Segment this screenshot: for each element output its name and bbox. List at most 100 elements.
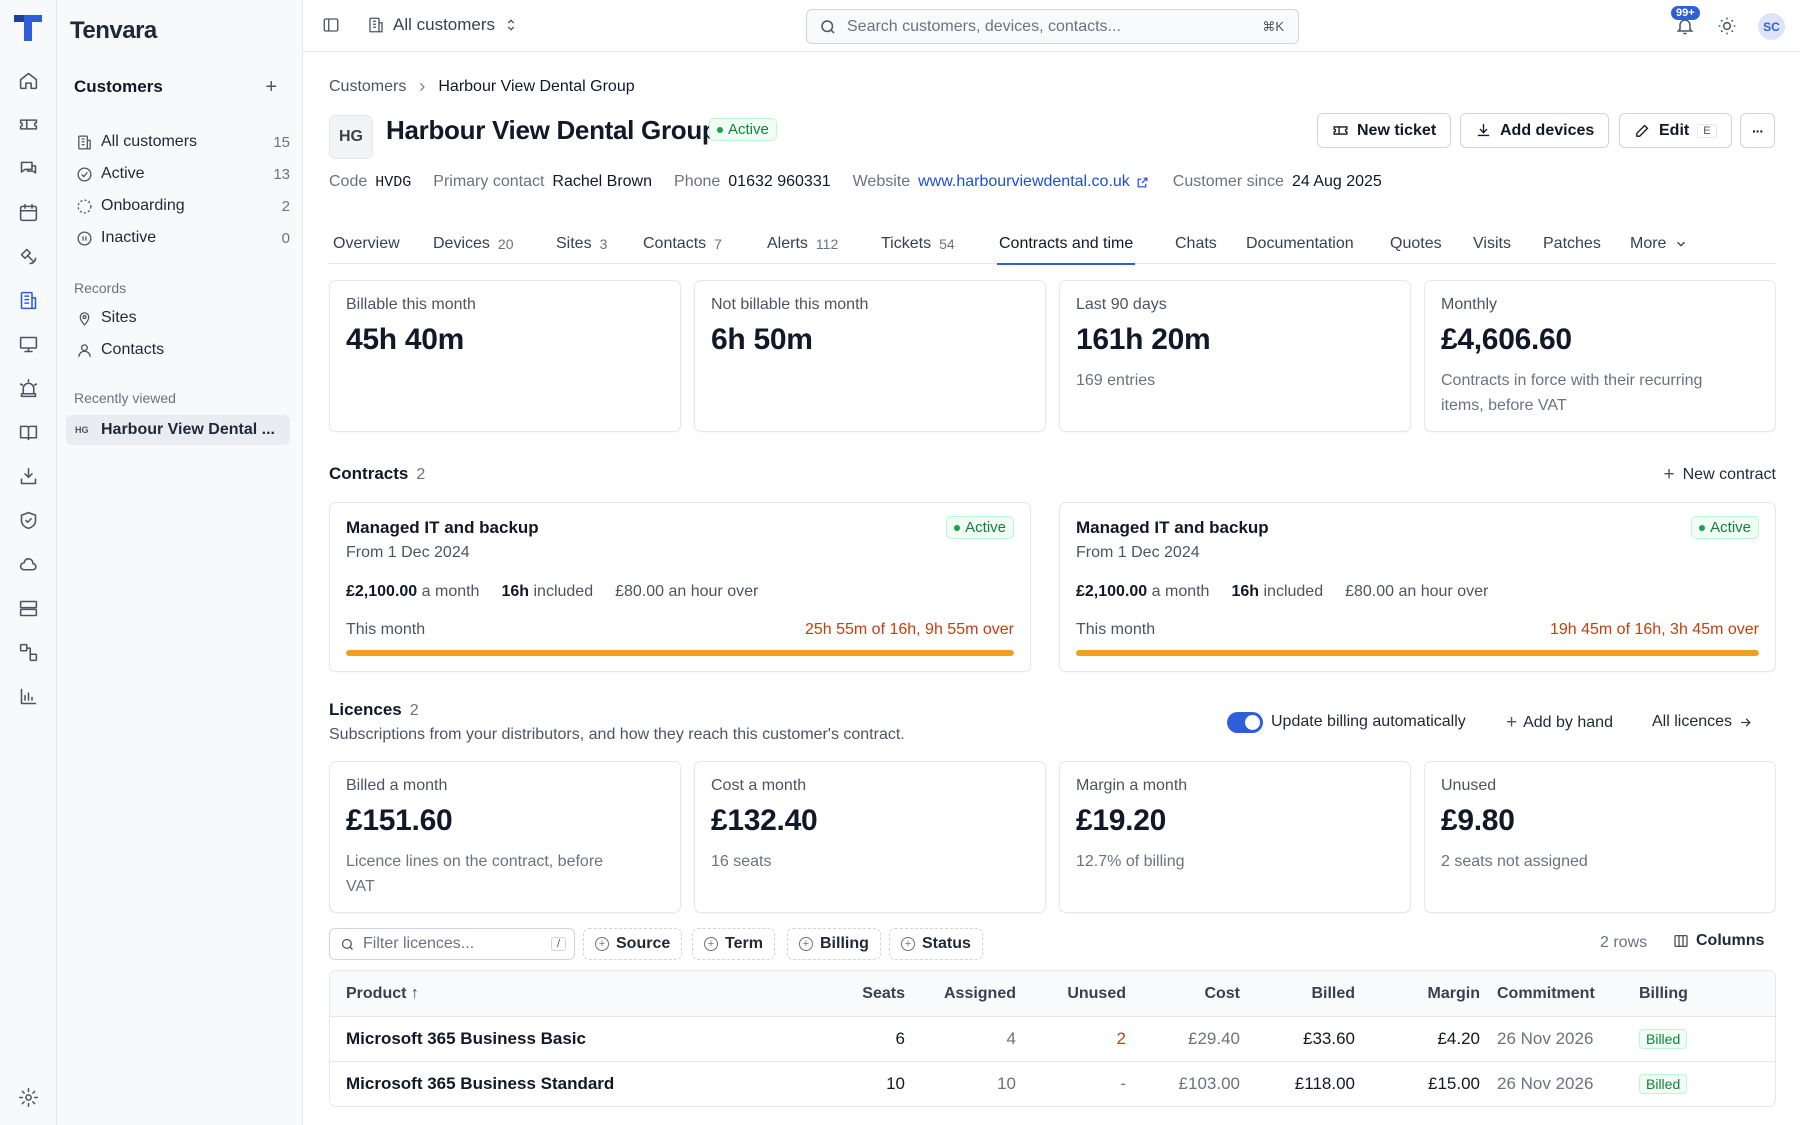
stat-sub: Contracts in force with their recurring …	[1441, 372, 1703, 414]
home-icon[interactable]	[16, 68, 40, 92]
recent-item-harbour-view[interactable]: HG Harbour View Dental ...	[66, 415, 290, 445]
cell-margin: £4.20	[1437, 1029, 1480, 1048]
sidebar-item-onboarding[interactable]: Onboarding 2	[66, 191, 290, 221]
customer-scope-selector[interactable]: All customers	[367, 15, 519, 35]
cloud-icon[interactable]	[16, 552, 40, 576]
column-header-product[interactable]: Product ↑	[346, 971, 419, 1016]
tab-contracts-and-time[interactable]: Contracts and time	[996, 226, 1136, 265]
all-licences-link[interactable]: All licences	[1652, 713, 1753, 731]
phone-label: Phone	[674, 173, 721, 190]
sidebar-item-label: Active	[101, 165, 145, 182]
phone-value[interactable]: 01632 960331	[728, 173, 830, 191]
filter-chip-status[interactable]: + Status	[889, 928, 983, 960]
cell-billed: £33.60	[1303, 1029, 1355, 1048]
filter-chip-billing[interactable]: + Billing	[787, 928, 881, 960]
table-row[interactable]: Microsoft 365 Business Basic 6 4 2 £29.4…	[330, 1016, 1775, 1061]
licence-filter[interactable]: /	[329, 928, 575, 960]
cell-commitment: 26 Nov 2026	[1497, 1029, 1594, 1048]
contract-hours: 16h	[501, 583, 530, 600]
sidebar-item-all-customers[interactable]: All customers 15	[66, 127, 290, 157]
filter-licences-input[interactable]	[363, 935, 543, 953]
tab-more[interactable]: More	[1630, 226, 1688, 262]
tab-tickets[interactable]: Tickets 54	[881, 226, 955, 262]
chevron-right-icon	[420, 83, 426, 91]
sidebar-item-sites[interactable]: Sites	[66, 303, 290, 333]
tab-sites[interactable]: Sites 3	[556, 226, 607, 262]
user-avatar[interactable]: SC	[1758, 13, 1785, 40]
add-by-hand-button[interactable]: + Add by hand	[1506, 713, 1613, 732]
sidebar-item-contacts[interactable]: Contacts	[66, 335, 290, 365]
column-header-margin[interactable]: Margin	[1360, 971, 1480, 1016]
tab-devices[interactable]: Devices 20	[433, 226, 513, 262]
auto-billing-toggle[interactable]	[1227, 712, 1263, 733]
stat-value: £9.80	[1441, 804, 1515, 837]
billing-badge: Billed	[1639, 1029, 1688, 1049]
tab-label: Patches	[1543, 235, 1601, 252]
column-header-assigned[interactable]: Assigned	[910, 971, 1016, 1016]
new-contract-button[interactable]: + New contract	[1664, 465, 1776, 484]
sidebar-toggle-icon[interactable]	[322, 16, 340, 34]
satellite-icon[interactable]	[16, 244, 40, 268]
column-header-billing[interactable]: Billing	[1639, 971, 1688, 1016]
recently-viewed-label: Recently viewed	[74, 390, 176, 406]
tab-contacts[interactable]: Contacts 7	[643, 226, 722, 262]
tab-documentation[interactable]: Documentation	[1246, 226, 1354, 262]
cell-billing: Billed	[1639, 1062, 1688, 1106]
table-row[interactable]: Microsoft 365 Business Standard 10 10 - …	[330, 1061, 1775, 1106]
add-devices-button[interactable]: Add devices	[1460, 113, 1610, 148]
tab-chats[interactable]: Chats	[1175, 226, 1217, 262]
chat-icon[interactable]	[16, 156, 40, 180]
building-icon	[369, 17, 383, 33]
theme-sun-icon[interactable]	[1717, 16, 1737, 36]
download-tray-icon[interactable]	[16, 464, 40, 488]
column-header-billed[interactable]: Billed	[1245, 971, 1355, 1016]
siren-icon[interactable]	[16, 376, 40, 400]
reports-icon[interactable]	[16, 684, 40, 708]
global-search[interactable]: ⌘K	[806, 9, 1299, 44]
search-icon	[821, 19, 835, 34]
sidebar-item-active[interactable]: Active 13	[66, 159, 290, 189]
contract-card[interactable]: Managed IT and backup From 1 Dec 2024 Ac…	[1059, 502, 1776, 672]
tab-alerts[interactable]: Alerts 112	[767, 226, 838, 262]
customer-code: HVDG	[375, 173, 412, 191]
column-header-seats[interactable]: Seats	[830, 971, 905, 1016]
edit-button[interactable]: Edit E	[1619, 113, 1732, 148]
server-icon[interactable]	[16, 596, 40, 620]
column-header-cost[interactable]: Cost	[1130, 971, 1240, 1016]
search-input[interactable]	[847, 17, 1227, 36]
column-header-unused[interactable]: Unused	[1020, 971, 1126, 1016]
ticket-icon[interactable]	[16, 112, 40, 136]
calendar-icon[interactable]	[16, 200, 40, 224]
breadcrumb-customers-link[interactable]: Customers	[329, 78, 406, 96]
contract-overage-rate: £80.00 an hour over	[1345, 583, 1489, 600]
primary-contact-value[interactable]: Rachel Brown	[552, 173, 652, 191]
tenvara-logo[interactable]	[12, 13, 44, 43]
filter-chip-source[interactable]: + Source	[583, 928, 683, 960]
website-link[interactable]: www.harbourviewdental.co.uk	[918, 173, 1130, 191]
contract-usage: 19h 45m of 16h, 3h 45m over	[1549, 621, 1759, 638]
columns-button[interactable]: Columns	[1673, 932, 1764, 950]
tab-label: Visits	[1473, 235, 1511, 252]
tab-quotes[interactable]: Quotes	[1390, 226, 1442, 262]
column-header-commitment[interactable]: Commitment	[1497, 971, 1595, 1016]
sidebar-item-inactive[interactable]: Inactive 0	[66, 223, 290, 253]
filter-chip-term[interactable]: + Term	[692, 928, 775, 960]
contract-card[interactable]: Managed IT and backup From 1 Dec 2024 Ac…	[329, 502, 1031, 672]
stat-card-monthly: Monthly £4,606.60 Contracts in force wit…	[1424, 280, 1776, 432]
more-actions-button[interactable]: ···	[1740, 113, 1775, 148]
new-ticket-button[interactable]: New ticket	[1317, 113, 1452, 148]
tab-visits[interactable]: Visits	[1473, 226, 1511, 262]
tab-patches[interactable]: Patches	[1543, 226, 1601, 262]
monitor-icon[interactable]	[16, 332, 40, 356]
settings-gear-icon[interactable]	[16, 1085, 40, 1109]
customer-since-value: 24 Aug 2025	[1291, 173, 1382, 190]
app-brand[interactable]: Tenvara	[70, 17, 157, 45]
book-icon[interactable]	[16, 420, 40, 444]
add-customer-button[interactable]: +	[265, 76, 277, 99]
status-badge: Active	[1691, 516, 1759, 539]
tab-label: Quotes	[1390, 235, 1442, 252]
integrations-icon[interactable]	[16, 640, 40, 664]
shield-check-icon[interactable]	[16, 508, 40, 532]
building-icon[interactable]	[16, 288, 40, 312]
tab-overview[interactable]: Overview	[333, 226, 400, 262]
